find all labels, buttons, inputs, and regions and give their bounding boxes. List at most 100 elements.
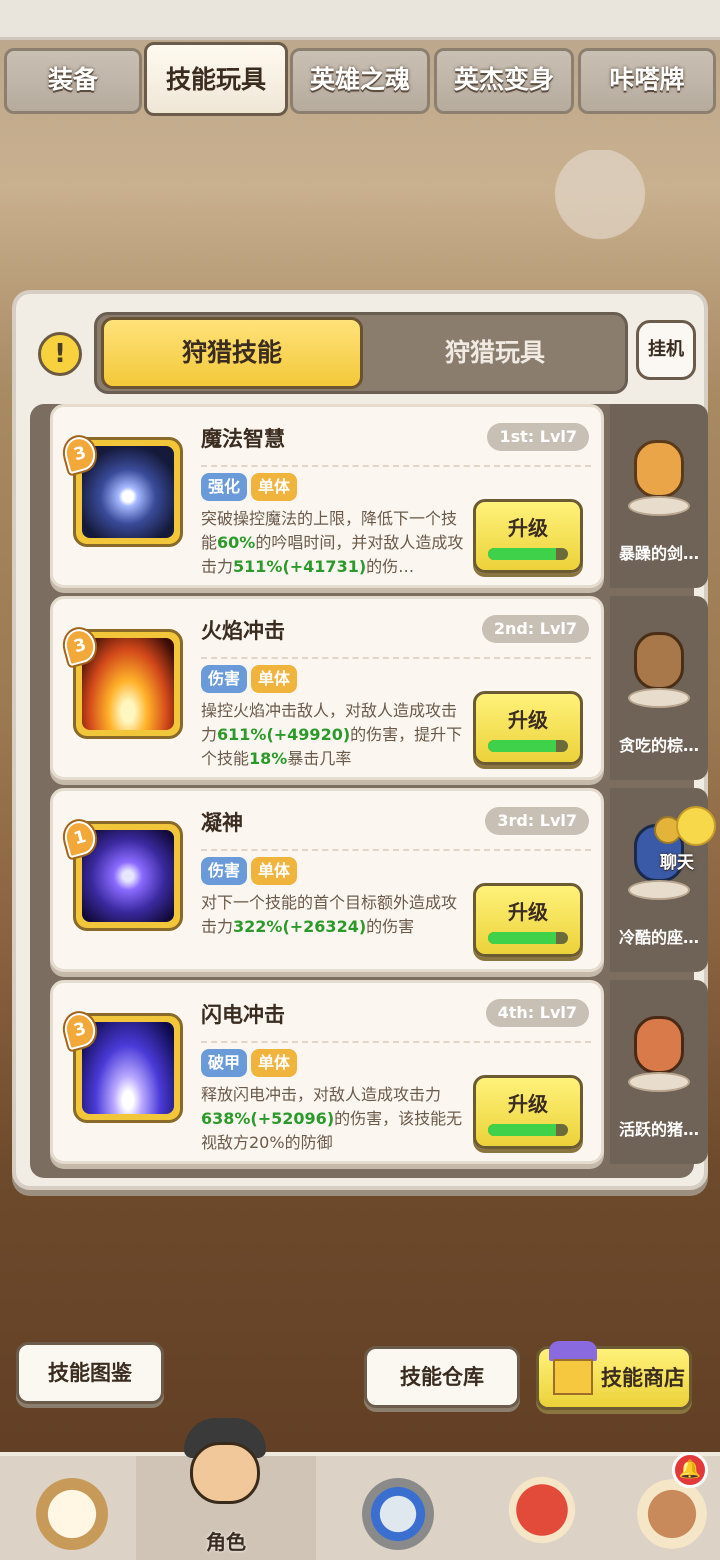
skill-card: 3 魔法智慧 1st: Lvl7 强化 单体 突破操控魔法的上限，降低下一个技能… [50, 404, 604, 588]
companion-figure-icon [626, 624, 692, 714]
skill-rank-badge: 4th: Lvl7 [485, 999, 589, 1027]
desc-value: 611%(+49920) [217, 725, 351, 744]
upgrade-button[interactable]: 升级 [473, 1075, 583, 1149]
flame-icon [82, 638, 174, 730]
desc-value: 60% [217, 533, 256, 552]
skill-card: 3 火焰冲击 2nd: Lvl7 伤害 单体 操控火焰冲击敌人，对敌人造成攻击力… [50, 596, 604, 780]
nav-item-dino[interactable] [470, 1456, 614, 1560]
upgrade-label: 升级 [508, 708, 548, 732]
upgrade-progress-bar [488, 740, 568, 752]
desc-text: 的伤害 [366, 917, 415, 936]
skill-name: 闪电冲击 [201, 1003, 285, 1027]
desc-text: 暴击几率 [287, 749, 352, 768]
skill-tag-target: 单体 [251, 857, 298, 885]
skill-rank-badge: 1st: Lvl7 [487, 423, 589, 451]
chat-smiley-icon [676, 806, 716, 846]
companion-name: 暴躁的剑… [618, 544, 699, 563]
chat-button[interactable]: 聊天 [654, 806, 716, 873]
top-tab-bar: 装备 技能玩具 英雄之魂 英杰变身 咔嗒牌 [0, 42, 720, 120]
skill-description: 突破操控魔法的上限，降低下一个技能60%的吟唱时间，并对敌人造成攻击力511%(… [201, 507, 469, 579]
sword-icon [358, 1470, 438, 1550]
tab-hunting-toys[interactable]: 狩猎玩具 [367, 317, 623, 389]
upgrade-button[interactable]: 升级 [473, 691, 583, 765]
caveman-icon [32, 1470, 112, 1550]
skill-tags: 破甲 单体 [201, 1049, 298, 1077]
hunt-segment-control: 狩猎技能 狩猎玩具 [94, 312, 628, 394]
skill-name: 火焰冲击 [201, 619, 285, 643]
skill-tags: 强化 单体 [201, 473, 298, 501]
companion-figure-icon [626, 1008, 692, 1098]
desc-value: 322%(+26324) [233, 917, 367, 936]
divider [201, 465, 591, 467]
skill-shop-button[interactable]: 技能商店 [536, 1341, 692, 1410]
divider [201, 1041, 591, 1043]
skill-codex-button[interactable]: 技能图鉴 [16, 1342, 164, 1404]
divider [201, 849, 591, 851]
hero-avatar-icon [180, 1418, 270, 1514]
skill-rank-badge: 2nd: Lvl7 [481, 615, 589, 643]
upgrade-button[interactable]: 升级 [473, 883, 583, 957]
skill-panel: ! 狩猎技能 狩猎玩具 挂机 3 魔法智慧 1st: Lvl7 强化 单体 突破… [12, 290, 708, 1190]
tab-skill-toys[interactable]: 技能玩具 [144, 42, 288, 116]
skill-tag-type: 强化 [201, 473, 248, 501]
dino-icon [502, 1470, 582, 1550]
tab-hunting-skills[interactable]: 狩猎技能 [101, 317, 363, 389]
skill-tag-type: 伤害 [201, 665, 248, 693]
companion-name: 冷酷的座… [618, 928, 699, 947]
companion-slot[interactable]: 暴躁的剑… [610, 404, 708, 588]
tab-transform[interactable]: 英杰变身 [434, 48, 574, 114]
companion-name: 活跃的猪… [618, 1120, 699, 1139]
skill-tag-type: 破甲 [201, 1049, 248, 1077]
divider [201, 657, 591, 659]
top-strip [0, 0, 720, 40]
upgrade-label: 升级 [508, 900, 548, 924]
skill-tag-target: 单体 [251, 665, 298, 693]
desc-value: 511%(+41731) [233, 557, 367, 576]
skill-tag-target: 单体 [251, 473, 298, 501]
skill-list: 3 魔法智慧 1st: Lvl7 强化 单体 突破操控魔法的上限，降低下一个技能… [30, 404, 708, 1178]
upgrade-progress-bar [488, 932, 568, 944]
skill-storage-button[interactable]: 技能仓库 [364, 1346, 520, 1408]
skill-tags: 伤害 单体 [201, 665, 298, 693]
companion-figure-icon [626, 432, 692, 522]
notification-bell-icon[interactable]: 🔔 [672, 1452, 708, 1488]
tab-equipment[interactable]: 装备 [4, 48, 142, 114]
upgrade-label: 升级 [508, 1092, 548, 1116]
companion-name: 贪吃的棕… [618, 736, 699, 755]
nav-label-character: 角色 [206, 1530, 246, 1554]
skill-tags: 伤害 单体 [201, 857, 298, 885]
upgrade-progress-bar [488, 548, 568, 560]
companion-slot[interactable]: 贪吃的棕… [610, 596, 708, 780]
skill-name: 凝神 [201, 811, 243, 835]
skill-tag-target: 单体 [251, 1049, 298, 1077]
bottom-nav: 角色 [0, 1452, 720, 1560]
tab-hero-soul[interactable]: 英雄之魂 [290, 48, 430, 114]
desc-text: 的伤… [366, 557, 415, 576]
warning-icon[interactable]: ! [38, 332, 82, 376]
upgrade-progress-bar [488, 1124, 568, 1136]
desc-value: 638%(+52096) [201, 1109, 335, 1128]
skill-shop-label: 技能商店 [601, 1366, 685, 1390]
skill-description: 释放闪电冲击，对敌人造成攻击力638%(+52096)的伤害，该技能无视敌方20… [201, 1083, 469, 1155]
companion-slot[interactable]: 活跃的猪… [610, 980, 708, 1164]
idle-button[interactable]: 挂机 [636, 320, 696, 380]
skill-card: 1 凝神 3rd: Lvl7 伤害 单体 对下一个技能的首个目标额外造成攻击力3… [50, 788, 604, 972]
background-skull-decoration [540, 150, 660, 260]
shop-icon [545, 1341, 601, 1407]
nav-item-weapon[interactable] [326, 1456, 470, 1560]
eye-icon [82, 830, 174, 922]
skill-description: 对下一个技能的首个目标额外造成攻击力322%(+26324)的伤害 [201, 891, 469, 939]
skill-description: 操控火焰冲击敌人，对敌人造成攻击力611%(+49920)的伤害，提升下个技能1… [201, 699, 469, 771]
skill-tag-type: 伤害 [201, 857, 248, 885]
hexagram-icon [82, 446, 174, 538]
skill-card: 3 闪电冲击 4th: Lvl7 破甲 单体 释放闪电冲击，对敌人造成攻击力63… [50, 980, 604, 1164]
desc-text: 释放闪电冲击，对敌人造成攻击力 [201, 1085, 442, 1104]
upgrade-button[interactable]: 升级 [473, 499, 583, 573]
tab-click-cards[interactable]: 咔嗒牌 [578, 48, 716, 114]
desc-value: 18% [249, 749, 288, 768]
lightning-icon [82, 1022, 174, 1114]
nav-item-caveman[interactable] [0, 1456, 144, 1560]
skill-name: 魔法智慧 [201, 427, 285, 451]
chat-label: 聊天 [660, 853, 694, 873]
skill-rank-badge: 3rd: Lvl7 [485, 807, 589, 835]
